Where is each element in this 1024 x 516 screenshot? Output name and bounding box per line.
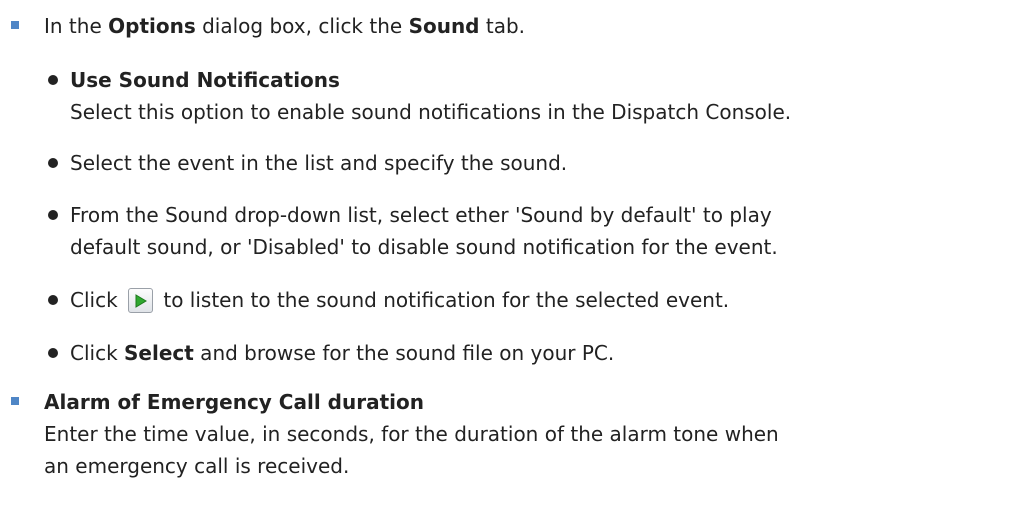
use-sound-notifications-description: Select this option to enable sound notif… (70, 100, 792, 124)
dot-bullet-icon (48, 210, 58, 220)
options-dialog-label: Options (108, 14, 196, 38)
dot-bullet-icon (48, 75, 58, 85)
alarm-duration-title: Alarm of Emergency Call duration (44, 390, 424, 414)
sound-dropdown-line-2: default sound, or 'Disabled' to disable … (70, 235, 778, 259)
play-icon (128, 288, 154, 313)
select-event-text: Select the event in the list and specify… (70, 151, 568, 175)
square-bullet-icon (11, 397, 19, 405)
sound-tab-label: Sound (408, 14, 480, 38)
use-sound-notifications-title: Use Sound Notifications (70, 68, 340, 92)
sound-dropdown-line-1: From the Sound drop-down list, select et… (70, 203, 772, 227)
dot-bullet-icon (48, 158, 58, 168)
dot-bullet-icon (48, 295, 58, 305)
document-page: In the Options dialog box, click the Sou… (0, 0, 1024, 516)
dot-bullet-icon (48, 348, 58, 358)
step-text: In the Options dialog box, click the Sou… (44, 14, 526, 38)
alarm-duration-line-1: Enter the time value, in seconds, for th… (44, 422, 779, 446)
select-button-label: Select (124, 341, 194, 365)
alarm-duration-line-2: an emergency call is received. (44, 454, 350, 478)
square-bullet-icon (11, 21, 19, 29)
